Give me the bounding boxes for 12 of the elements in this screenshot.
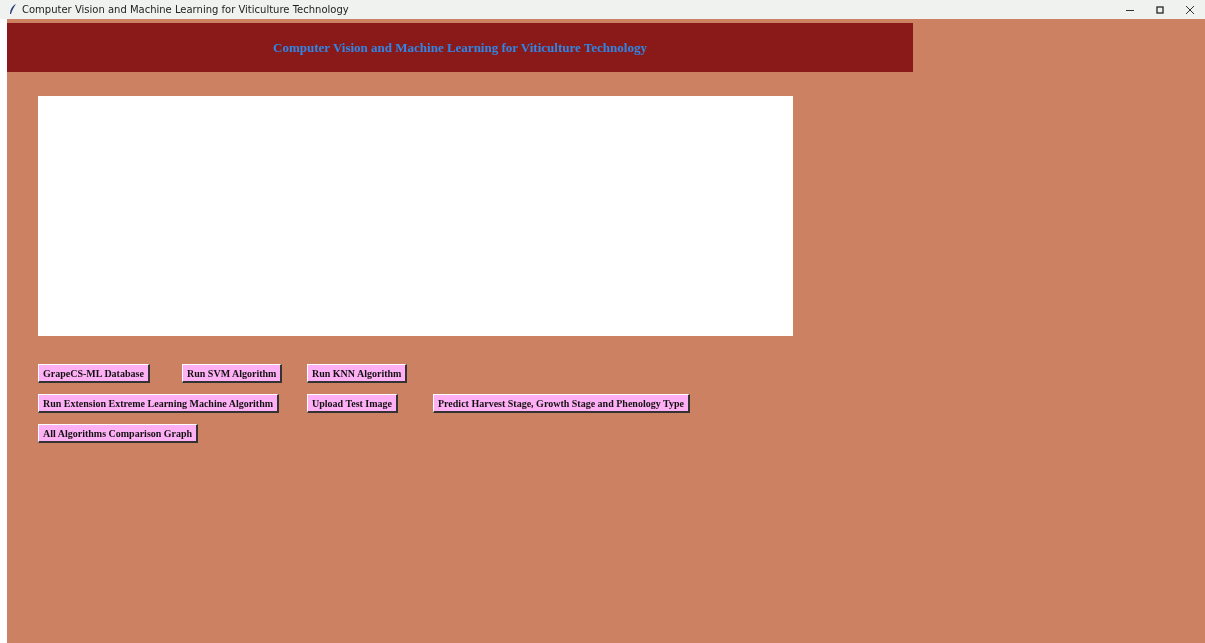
action-button[interactable]: GrapeCS-ML Database [38, 364, 150, 383]
action-button[interactable]: Predict Harvest Stage, Growth Stage and Phenology Type [433, 394, 690, 413]
feather-icon [9, 4, 17, 15]
action-button[interactable]: Upload Test Image [307, 394, 398, 413]
action-button[interactable]: Run Extension Extreme Learning Machine Algorithm [38, 394, 280, 413]
window-title: Computer Vision and Machine Learning for Viticulture Technology [22, 4, 349, 15]
action-button[interactable]: Run SVM Algorithm [182, 364, 283, 383]
restore-icon[interactable] [1155, 4, 1165, 15]
action-button[interactable]: Run KNN Algorithm [307, 364, 408, 383]
close-icon[interactable] [1185, 4, 1195, 15]
action-button[interactable]: All Algorithms Comparison Graph [38, 424, 199, 443]
app-title: Computer Vision and Machine Learning for Viticulture Technology [273, 39, 647, 56]
